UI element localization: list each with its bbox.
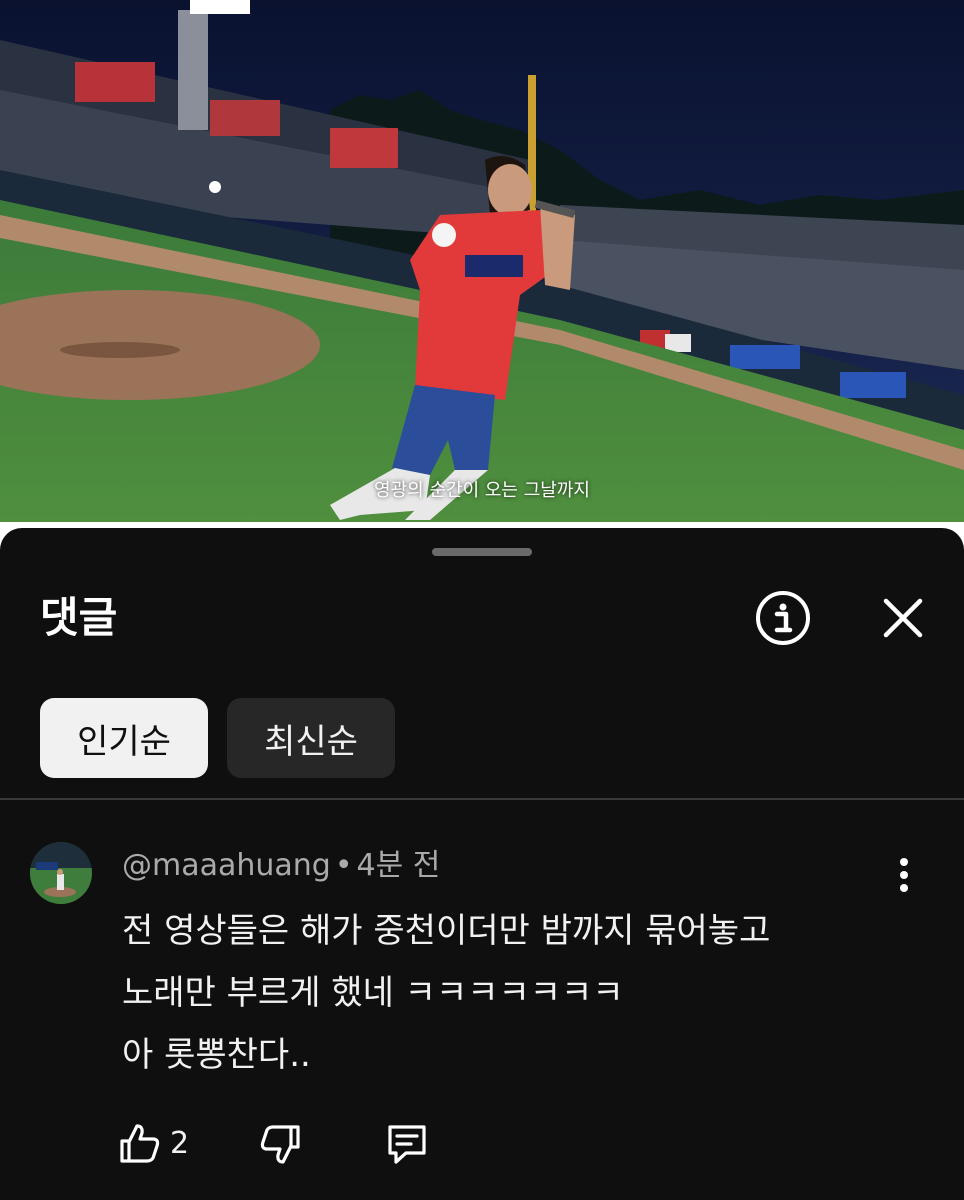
info-icon bbox=[756, 591, 810, 645]
comment-line: 노래만 부르게 했네 ㅋㅋㅋㅋㅋㅋㅋ bbox=[122, 973, 624, 1013]
more-vert-icon bbox=[900, 858, 908, 892]
sort-chip-popular[interactable]: 인기순 bbox=[40, 698, 208, 778]
comment-body: 전 영상들은 해가 중천이더만 밤까지 묶어놓고 노래만 부르게 했네 ㅋㅋㅋㅋ… bbox=[122, 900, 922, 1086]
close-button[interactable] bbox=[873, 588, 933, 648]
divider bbox=[0, 798, 964, 800]
meta-separator: • bbox=[334, 848, 353, 883]
thumbs-down-icon bbox=[260, 1125, 300, 1164]
comment-time: 4분 전 bbox=[356, 848, 441, 883]
video-player[interactable]: 영광의 순간이 오는 그날까지 bbox=[0, 0, 964, 522]
like-button[interactable] bbox=[118, 1118, 162, 1170]
avatar-image bbox=[30, 842, 92, 904]
reply-comment-icon bbox=[388, 1125, 426, 1164]
like-count: 2 bbox=[170, 1126, 190, 1161]
thumbs-up-icon bbox=[120, 1124, 160, 1163]
avatar[interactable] bbox=[30, 842, 92, 904]
comment-meta: @maaahuang • 4분 전 bbox=[122, 846, 440, 886]
panel-title: 댓글 bbox=[40, 593, 118, 642]
comment-line: 전 영상들은 해가 중천이더만 밤까지 묶어놓고 bbox=[122, 911, 771, 951]
dislike-button[interactable] bbox=[258, 1118, 302, 1170]
info-button[interactable] bbox=[753, 588, 813, 648]
reply-button[interactable] bbox=[384, 1118, 430, 1170]
video-subtitle: 영광의 순간이 오는 그날까지 bbox=[374, 480, 590, 501]
comment-author[interactable]: @maaahuang bbox=[122, 848, 331, 883]
video-frame bbox=[0, 0, 964, 522]
close-icon bbox=[883, 598, 923, 638]
sort-chip-newest[interactable]: 최신순 bbox=[227, 698, 395, 778]
drag-handle[interactable] bbox=[432, 548, 532, 556]
comments-panel: 댓글 인기순 최신순 @maaahuang • 4분 전 전 영상들은 해가 중… bbox=[0, 528, 964, 1200]
comment-line: 아 롯뽕찬다.. bbox=[122, 1035, 311, 1075]
comment-more-button[interactable] bbox=[884, 850, 924, 900]
